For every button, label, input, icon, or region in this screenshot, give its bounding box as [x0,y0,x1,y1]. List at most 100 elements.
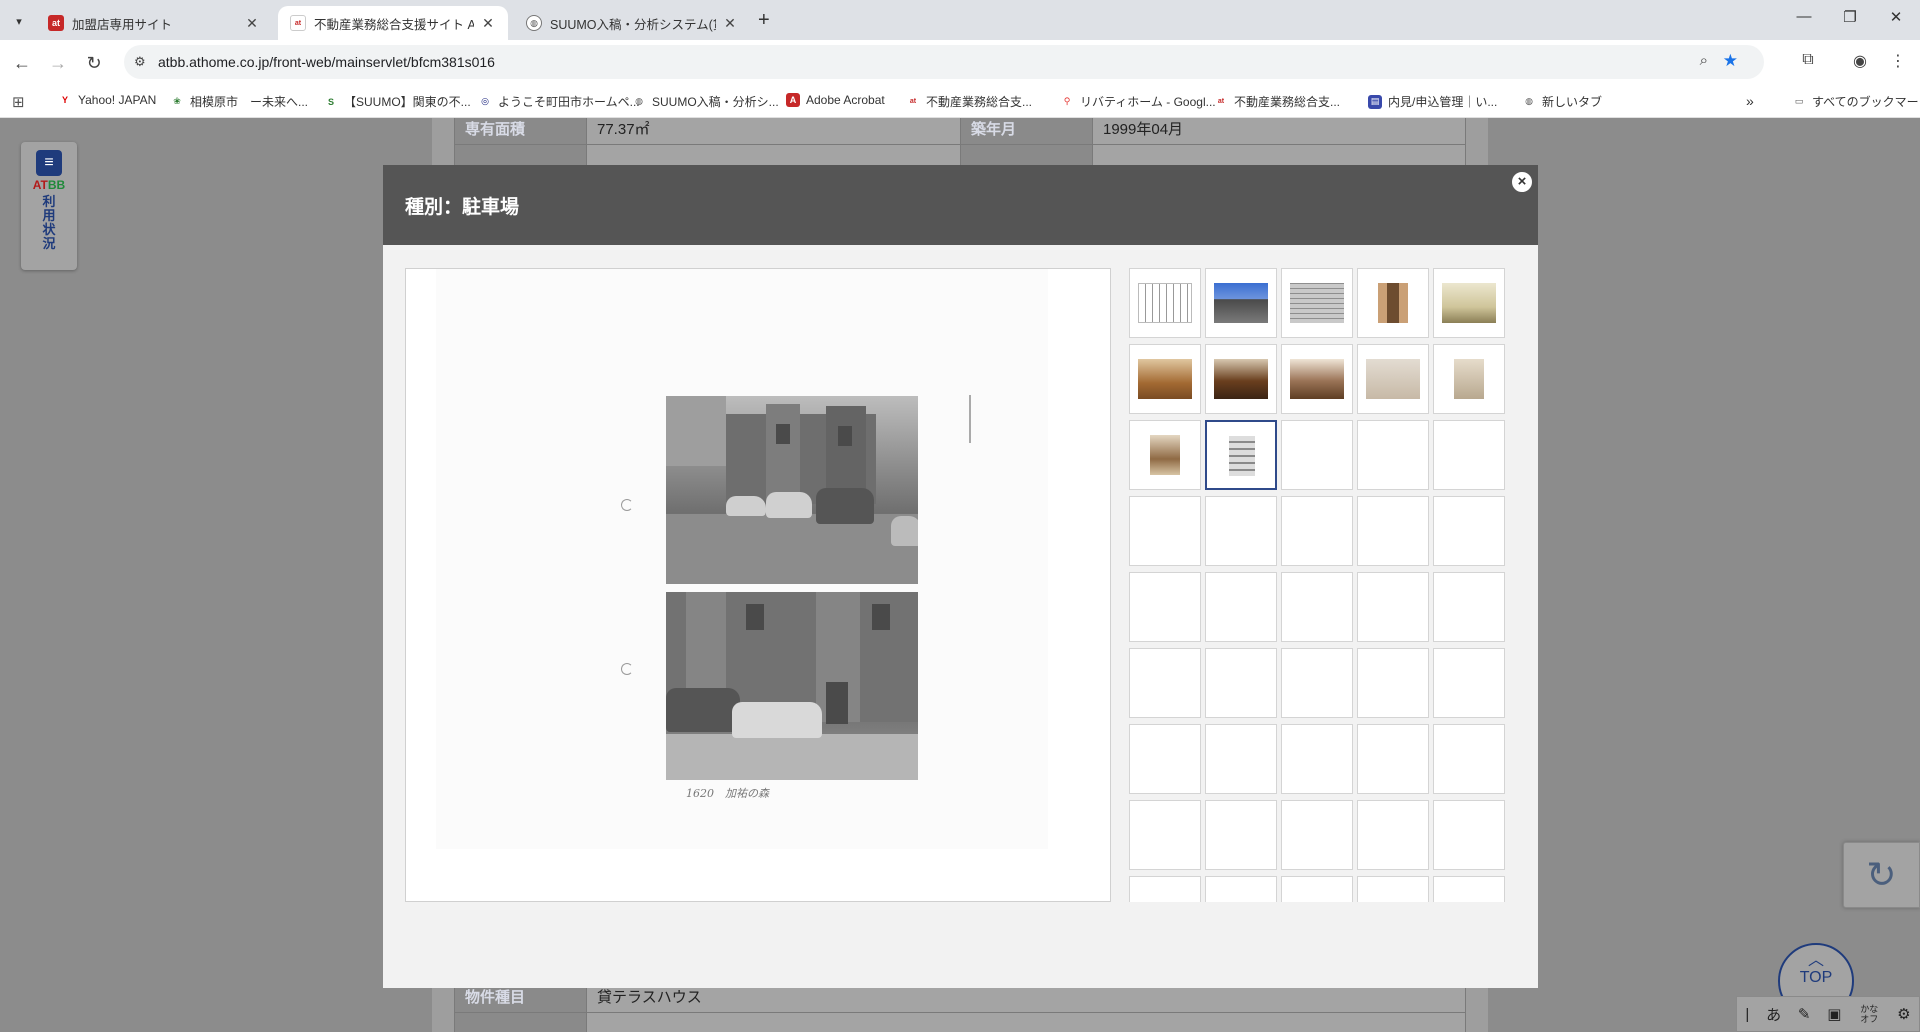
bookmark-suumo-kanto[interactable]: S 【SUUMO】関東の不... [324,93,471,110]
back-icon[interactable]: ← [10,51,34,75]
bookmark-acrobat[interactable]: A Adobe Acrobat [786,93,885,107]
tab-title: 不動産業務総合支援サイト ATB [314,17,474,32]
at-favicon-icon: at [48,15,64,31]
empty-thumbnail-slot [1129,876,1201,902]
globe-icon: ◍ [635,96,643,106]
bookmark-machida[interactable]: ◎ ようこそ町田市ホームペ... [478,93,640,110]
more-bookmarks-icon[interactable]: » [1746,93,1754,109]
bookmark-label: Adobe Acrobat [806,93,885,107]
window-close-icon[interactable]: ✕ [1884,8,1908,26]
empty-thumbnail-slot [1433,648,1505,718]
empty-thumbnail-slot [1129,572,1201,642]
zoom-icon[interactable]: ⌕ [1700,52,1708,69]
bookmark-liberty[interactable]: ⚲ リバティホーム - Googl... [1060,93,1216,110]
gear-icon[interactable]: ⚙ [1897,1005,1910,1023]
close-tab-icon[interactable]: ✕ [480,15,496,32]
photo-thumbnail[interactable] [1433,268,1505,338]
thumbnail-image [1366,359,1420,399]
photo-thumbnail[interactable] [1205,344,1277,414]
photo-thumbnail[interactable] [1281,268,1353,338]
empty-thumbnail-slot [1357,420,1429,490]
restore-icon[interactable]: ❐ [1838,8,1862,26]
close-tab-icon[interactable]: ✕ [722,15,738,32]
photo-thumbnail[interactable] [1205,268,1277,338]
reload-icon[interactable]: ↻ [82,51,106,75]
folder-icon: ▭ [1794,96,1804,106]
bookmark-sagamihara[interactable]: ❀ 相模原市 ー未来へ... [170,93,308,110]
empty-thumbnail-slot [1433,800,1505,870]
photo-thumbnail[interactable] [1357,268,1429,338]
photo-thumbnail[interactable] [1129,420,1201,490]
tab-suumo[interactable]: ◍ SUUMO入稿・分析システム(賃貸) ✕ [514,6,750,40]
parking-photo-lower [666,592,918,780]
empty-thumbnail-slot [1205,572,1277,642]
thumbnail-image [1229,436,1255,476]
bookmark-atbb-2[interactable]: at 不動産業務総合支... [1214,93,1340,110]
bookmark-label: 内見/申込管理｜い... [1388,95,1498,109]
bookmark-naiken[interactable]: ▤ 内見/申込管理｜い... [1368,93,1497,110]
profile-icon[interactable]: ◉ [1848,51,1872,71]
menu-icon[interactable]: ≡ [36,150,62,176]
photo-thumbnail[interactable] [1433,344,1505,414]
athome-icon: at [1217,98,1225,105]
url-text[interactable]: atbb.athome.co.jp/front-web/mainservlet/… [158,54,495,70]
bookmark-atbb-1[interactable]: at 不動産業務総合支... [906,93,1032,110]
empty-thumbnail-slot [1433,724,1505,794]
empty-thumbnail-slot [1205,496,1277,566]
empty-thumbnail-slot [1205,648,1277,718]
photo-thumbnail[interactable] [1281,344,1353,414]
photo-thumbnail[interactable] [1129,344,1201,414]
bookmark-star-icon[interactable]: ★ [1723,51,1738,71]
photo-thumbnail[interactable] [1205,420,1277,490]
tab-atbb[interactable]: at 不動産業務総合支援サイト ATB ✕ [278,6,508,40]
empty-thumbnail-slot [1433,420,1505,490]
ime-toolbar[interactable]: | あ ✎ ▣ かな オフ ⚙ [1736,996,1920,1032]
kana-off[interactable]: かな オフ [1858,1004,1880,1024]
tab-kameiten[interactable]: at 加盟店専用サイト ✕ [36,6,272,40]
thumbnail-image [1138,283,1192,323]
pen-icon[interactable]: ✎ [1798,1005,1811,1023]
dictionary-icon[interactable]: ▣ [1827,1005,1841,1023]
bookmark-suumo-nyuko[interactable]: ◍ SUUMO入稿・分析シ... [632,93,779,110]
thumbnail-image [1138,359,1192,399]
usage-label: 利用状況 [42,194,56,251]
forward-icon[interactable]: → [46,51,70,75]
empty-thumbnail-slot [1205,800,1277,870]
bookmark-label: 不動産業務総合支... [1234,95,1341,109]
close-tab-icon[interactable]: ✕ [244,15,260,32]
label-cell: 専有面積 [454,118,587,145]
modal-close-button[interactable]: × [1510,170,1534,194]
bookmark-label: Yahoo! JAPAN [78,93,157,107]
atbb-brand: ATBB [32,178,66,192]
photo-thumbnail[interactable] [1129,268,1201,338]
empty-thumbnail-slot [1433,572,1505,642]
photo-modal: 種別：駐車場 × 1620 加祐の森 [383,165,1538,988]
ime-divider-icon: | [1745,1005,1750,1023]
bookmark-label: 相模原市 ー未来へ... [190,95,309,109]
bookmark-label: 不動産業務総合支... [926,95,1033,109]
empty-thumbnail-slot [1205,876,1277,902]
recaptcha-icon[interactable]: ↻ [1843,842,1920,908]
acrobat-icon: A [786,93,800,107]
empty-thumbnail-slot [1281,648,1353,718]
address-bar[interactable]: ⚙ atbb.athome.co.jp/front-web/mainservle… [124,45,1764,79]
photo-thumbnail[interactable] [1357,344,1429,414]
value-cell: 77.37㎡ [586,118,961,145]
new-tab-icon[interactable]: + [758,9,770,32]
menu-icon[interactable]: ⋮ [1886,51,1910,71]
bookmark-newtab[interactable]: ◍ 新しいタブ [1522,93,1602,110]
empty-thumbnail-slot [1281,496,1353,566]
site-settings-icon[interactable]: ⚙ [134,54,146,70]
globe-icon: ◍ [1525,96,1533,106]
all-bookmarks[interactable]: ▭ すべてのブックマーク [1792,93,1920,110]
bookmark-yahoo[interactable]: Y Yahoo! JAPAN [58,93,156,107]
tab-title: SUUMO入稿・分析システム(賃貸) [550,17,716,32]
minimize-icon[interactable]: — [1792,8,1816,25]
ime-mode[interactable]: あ [1766,1004,1781,1025]
table-row [454,1012,1466,1032]
bookmark-label: リバティホーム - Googl... [1080,95,1216,109]
extensions-icon[interactable]: ⧉ [1796,51,1820,69]
tab-search-icon[interactable]: ▾ [8,10,30,32]
apps-grid-icon[interactable]: ⊞ [12,93,25,111]
atbb-usage-widget[interactable]: ≡ ATBB 利用状況 [21,142,77,270]
